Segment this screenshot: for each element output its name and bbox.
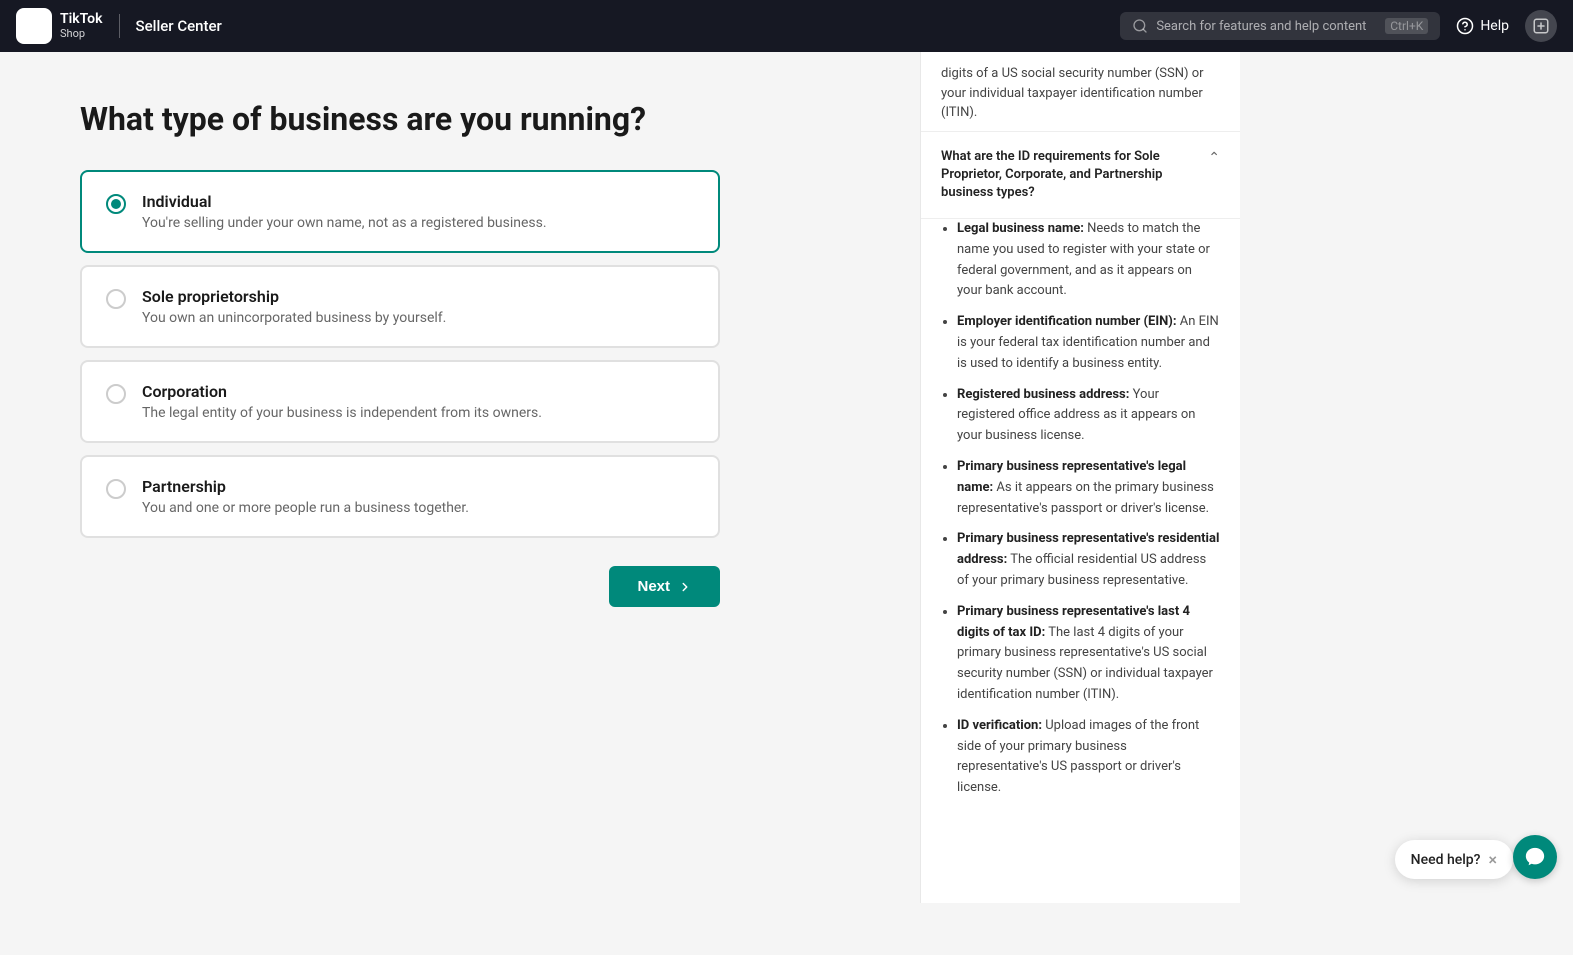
option-individual-title: Individual [142,192,547,211]
panel-top-content: digits of a US social security number (S… [941,66,1204,120]
next-button-label: Next [637,578,670,595]
option-sole-proprietorship-text: Sole proprietorship You own an unincorpo… [142,287,446,326]
chat-icon [1524,846,1546,868]
need-help-label: Need help? [1411,852,1481,868]
faq-list: Legal business name: Needs to match the … [941,219,1220,799]
option-sole-proprietorship[interactable]: Sole proprietorship You own an unincorpo… [80,265,720,348]
option-sole-proprietorship-title: Sole proprietorship [142,287,446,306]
faq-question-text: What are the ID requirements for Sole Pr… [941,148,1208,203]
option-partnership[interactable]: Partnership You and one or more people r… [80,455,720,538]
option-partnership-title: Partnership [142,477,469,496]
search-icon [1132,18,1148,34]
search-shortcut: Ctrl+K [1385,18,1428,34]
faq-list-item: Primary business representative's reside… [957,529,1220,591]
seller-center-label: Seller Center [136,17,222,35]
radio-individual [106,194,126,214]
faq-section: What are the ID requirements for Sole Pr… [921,132,1240,825]
faq-list-item: Employer identification number (EIN): An… [957,312,1220,374]
help-circle-icon [1456,17,1474,35]
need-help-close[interactable]: × [1488,850,1497,869]
tiktok-shop-logo[interactable]: TikTok Shop [16,8,103,44]
option-individual-text: Individual You're selling under your own… [142,192,547,231]
option-corporation-text: Corporation The legal entity of your bus… [142,382,542,421]
chat-widget-button[interactable] [1513,835,1557,879]
need-help-bubble[interactable]: Need help? × [1395,840,1513,879]
logo-text: TikTok Shop [60,12,103,39]
business-type-options: Individual You're selling under your own… [80,170,720,538]
option-corporation-desc: The legal entity of your business is ind… [142,405,542,421]
main-layout: What type of business are you running? I… [0,52,1573,903]
faq-list-item: Primary business representative's last 4… [957,602,1220,706]
option-corporation-title: Corporation [142,382,542,401]
chevron-up-icon: ⌃ [1208,150,1220,166]
option-partnership-text: Partnership You and one or more people r… [142,477,469,516]
right-panel: digits of a US social security number (S… [920,52,1240,903]
faq-answer: Legal business name: Needs to match the … [921,219,1240,825]
faq-list-item: Primary business representative's legal … [957,457,1220,519]
option-individual[interactable]: Individual You're selling under your own… [80,170,720,253]
option-individual-desc: You're selling under your own name, not … [142,215,547,231]
option-corporation[interactable]: Corporation The legal entity of your bus… [80,360,720,443]
radio-sole-proprietorship [106,289,126,309]
search-placeholder: Search for features and help content [1156,19,1377,34]
chevron-right-icon [678,580,692,594]
logo-shop-label: Shop [60,28,103,40]
faq-list-item: Registered business address: Your regist… [957,385,1220,447]
header-divider [119,14,120,38]
user-avatar[interactable] [1525,10,1557,42]
radio-corporation [106,384,126,404]
option-sole-proprietorship-desc: You own an unincorporated business by yo… [142,310,446,326]
header: TikTok Shop Seller Center Search for fea… [0,0,1573,52]
left-content: What type of business are you running? I… [0,52,920,903]
search-bar[interactable]: Search for features and help content Ctr… [1120,12,1440,40]
next-button[interactable]: Next [609,566,720,607]
tiktok-icon [16,8,52,44]
radio-partnership [106,479,126,499]
panel-top-text: digits of a US social security number (S… [921,52,1240,132]
help-label: Help [1480,18,1509,34]
page-title: What type of business are you running? [80,100,872,138]
help-button[interactable]: Help [1456,17,1509,35]
user-icon [1532,17,1550,35]
option-partnership-desc: You and one or more people run a busines… [142,500,469,516]
logo-tiktok-label: TikTok [60,12,103,27]
faq-question[interactable]: What are the ID requirements for Sole Pr… [921,132,1240,220]
faq-list-item: Legal business name: Needs to match the … [957,219,1220,302]
faq-list-item: ID verification: Upload images of the fr… [957,716,1220,799]
next-button-wrap: Next [80,566,720,607]
